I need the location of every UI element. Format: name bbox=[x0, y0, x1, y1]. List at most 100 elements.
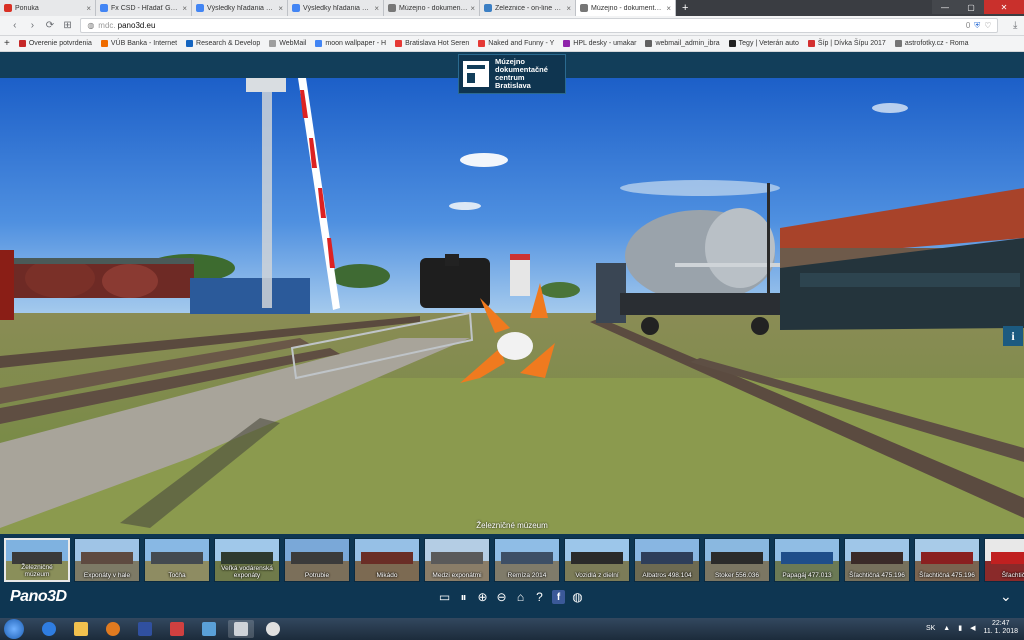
scene-thumbnail[interactable]: Točňa bbox=[144, 538, 210, 582]
taskbar-app-8[interactable] bbox=[260, 620, 286, 638]
browser-tab[interactable]: Výsledky hľadania služby× bbox=[288, 0, 384, 16]
forward-icon[interactable]: › bbox=[24, 20, 42, 31]
heart-icon[interactable]: ♡ bbox=[984, 21, 991, 31]
facebook-icon[interactable]: f bbox=[552, 590, 565, 604]
tab-favicon-icon bbox=[100, 4, 108, 12]
scene-thumbnail[interactable]: Papagáj 477.013 bbox=[774, 538, 840, 582]
scene-thumbnail[interactable]: Šľachtičná bbox=[984, 538, 1024, 582]
tab-favicon-icon bbox=[484, 4, 492, 12]
bookmark-item[interactable]: Naked and Funny - Y bbox=[478, 40, 554, 47]
bookmark-item[interactable]: moon wallpaper - H bbox=[315, 40, 386, 47]
tab-favicon-icon bbox=[580, 4, 588, 12]
url-text: pano3d.eu bbox=[117, 21, 156, 30]
brand-logo[interactable]: Pano3D bbox=[10, 588, 67, 606]
tab-close-icon[interactable]: × bbox=[374, 4, 379, 13]
thumbnail-subject bbox=[12, 552, 62, 564]
tab-close-icon[interactable]: × bbox=[566, 4, 571, 13]
tab-close-icon[interactable]: × bbox=[666, 4, 671, 13]
thumbnail-subject bbox=[501, 551, 553, 565]
thumbnail-caption: Mikádo bbox=[376, 572, 398, 579]
bookmark-label: webmail_admin_ibra bbox=[655, 40, 720, 47]
autorotate-icon[interactable]: ⏸ bbox=[457, 590, 470, 604]
browser-tab[interactable]: Múzejno - dokumentačné× bbox=[384, 0, 480, 16]
tab-close-icon[interactable]: × bbox=[86, 4, 91, 13]
shield-icon[interactable]: ⛨ bbox=[974, 21, 980, 31]
globe-icon[interactable]: ◍ bbox=[571, 590, 584, 604]
thumbnail-subject bbox=[291, 551, 343, 565]
taskbar-explorer[interactable] bbox=[68, 620, 94, 638]
tab-favicon-icon bbox=[292, 4, 300, 12]
language-indicator[interactable]: SK bbox=[926, 625, 935, 632]
maximize-icon[interactable]: ▢ bbox=[958, 0, 984, 14]
viewer-controls: ▭ ⏸ ⊕ ⊖ ⌂ ? f ◍ bbox=[438, 590, 584, 604]
browser-tab[interactable]: Výsledky hľadania služby× bbox=[192, 0, 288, 16]
scene-thumbnail[interactable]: Stoker 556.036 bbox=[704, 538, 770, 582]
scene-thumbnail[interactable]: Železničné múzeum bbox=[4, 538, 70, 582]
globe-icon: ◍ bbox=[87, 21, 95, 30]
bookmarks-bar: + Overenie potvrdenia VÚB Banka - Interne… bbox=[0, 36, 1024, 52]
scene-thumbnail[interactable]: Vozidlá z dielní bbox=[564, 538, 630, 582]
url-input[interactable]: ◍ mdc. pano3d.eu 0 ⛨ ♡ bbox=[80, 18, 999, 33]
back-icon[interactable]: ‹ bbox=[6, 20, 24, 31]
scene-thumbnail[interactable]: Mikádo bbox=[354, 538, 420, 582]
network-icon[interactable]: ▮ bbox=[958, 624, 962, 632]
bookmark-item[interactable]: astrofotky.cz - Roma bbox=[894, 40, 969, 47]
thumbnail-subject bbox=[221, 551, 273, 565]
scene-thumbnail[interactable]: Veľká vodárenská exponáty bbox=[214, 538, 280, 582]
home-icon[interactable]: ⌂ bbox=[514, 590, 527, 604]
scene-thumbnail[interactable]: Šľachtičná 475.196 bbox=[914, 538, 980, 582]
tab-close-icon[interactable]: × bbox=[470, 4, 475, 13]
browser-tab[interactable]: Múzejno - dokumentačné× bbox=[576, 0, 676, 16]
scene-thumbnail[interactable]: Šľachtičná 475.196 bbox=[844, 538, 910, 582]
panorama-view[interactable] bbox=[0, 78, 1024, 534]
scene-thumbnail[interactable]: Potrubie bbox=[284, 538, 350, 582]
bookmark-item[interactable]: VÚB Banka - Internet bbox=[100, 40, 177, 47]
tab-close-icon[interactable]: × bbox=[182, 4, 187, 13]
browser-tab[interactable]: Ponuka × bbox=[0, 0, 96, 16]
zoom-out-icon[interactable]: ⊖ bbox=[495, 590, 508, 604]
taskbar-app-5[interactable] bbox=[164, 620, 190, 638]
bookmark-item[interactable]: Research & Develop bbox=[186, 40, 260, 47]
scene-thumbnail[interactable]: Albatros 498.104 bbox=[634, 538, 700, 582]
scene-thumbnail[interactable]: Exponáty v hale bbox=[74, 538, 140, 582]
download-icon[interactable]: ⤓ bbox=[1006, 20, 1024, 31]
bookmark-favicon-icon bbox=[315, 40, 323, 47]
zoom-in-icon[interactable]: ⊕ bbox=[476, 590, 489, 604]
reload-icon[interactable]: ⟳ bbox=[41, 20, 59, 31]
museum-logo[interactable]: Múzejno dokumentačné centrum Bratislava bbox=[458, 54, 566, 94]
start-button[interactable] bbox=[4, 619, 24, 639]
browser-tab[interactable]: Železnice - on-line kamery× bbox=[480, 0, 576, 16]
tray-arrow-icon[interactable]: ▲ bbox=[943, 625, 950, 632]
browser-tab[interactable]: Fx ČSD - Hľadať Googlom× bbox=[96, 0, 192, 16]
minimize-icon[interactable]: — bbox=[932, 0, 958, 14]
info-button[interactable]: i bbox=[1003, 326, 1023, 346]
new-tab-button[interactable]: + bbox=[676, 0, 694, 16]
taskbar-app-7[interactable] bbox=[228, 620, 254, 638]
help-icon[interactable]: ? bbox=[533, 590, 546, 604]
tab-label: Železnice - on-line kamery bbox=[495, 4, 564, 12]
bookmark-item[interactable]: Šíp | Dívka Šípu 2017 bbox=[807, 40, 886, 47]
close-window-icon[interactable]: ✕ bbox=[984, 0, 1024, 14]
browser-tab-bar: Ponuka×Fx ČSD - Hľadať Googlom×Výsledky … bbox=[0, 0, 1024, 16]
logo-mark-icon bbox=[463, 61, 489, 87]
grid-icon[interactable]: ⊞ bbox=[59, 20, 77, 31]
scene-thumbnail[interactable]: Medzi exponátmi bbox=[424, 538, 490, 582]
taskbar-app-6[interactable] bbox=[196, 620, 222, 638]
bookmark-item[interactable]: HPL desky - umakar bbox=[563, 40, 636, 47]
taskbar-save[interactable] bbox=[132, 620, 158, 638]
add-bookmark-icon[interactable]: + bbox=[4, 38, 10, 49]
thumbnail-caption: Šľachtičná bbox=[1001, 572, 1024, 579]
screen-icon[interactable]: ▭ bbox=[438, 590, 451, 604]
bookmark-item[interactable]: WebMail bbox=[269, 40, 306, 47]
bookmark-item[interactable]: Tegy | Veterán auto bbox=[728, 40, 799, 47]
bookmark-item[interactable]: webmail_admin_ibra bbox=[645, 40, 720, 47]
tab-close-icon[interactable]: × bbox=[278, 4, 283, 13]
collapse-icon[interactable]: ⌄ bbox=[1000, 588, 1012, 605]
bookmark-item[interactable]: Bratislava Hot Seren bbox=[395, 40, 469, 47]
bookmark-item[interactable]: Overenie potvrdenia bbox=[18, 40, 92, 47]
taskbar-media[interactable] bbox=[100, 620, 126, 638]
clock[interactable]: 22:47 11. 1. 2018 bbox=[983, 620, 1018, 636]
taskbar-ie[interactable] bbox=[36, 620, 62, 638]
volume-icon[interactable]: ◀ bbox=[970, 624, 975, 632]
scene-thumbnail[interactable]: Remíza 2014 bbox=[494, 538, 560, 582]
